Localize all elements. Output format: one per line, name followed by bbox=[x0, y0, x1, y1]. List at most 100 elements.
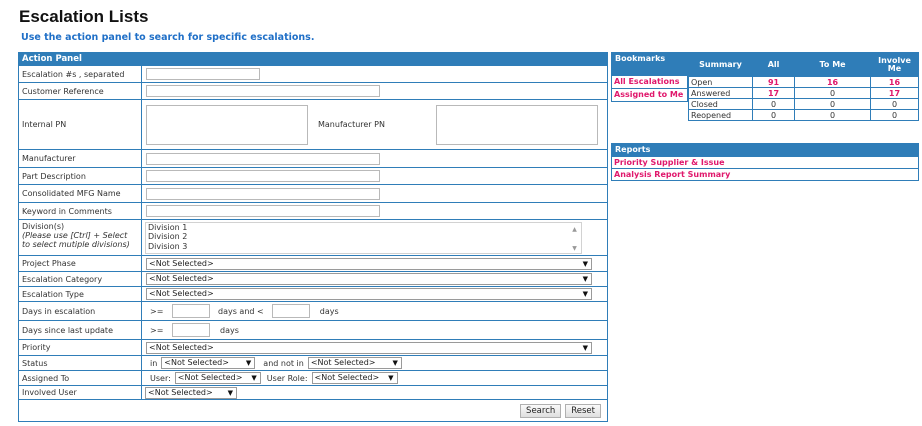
bookmark-assigned-to-me-link[interactable]: Assigned to Me bbox=[611, 89, 688, 102]
page-title: Escalation Lists bbox=[19, 7, 149, 26]
bookmarks-header: Bookmarks bbox=[611, 52, 688, 76]
row-status: Status in <Not Selected> ▼ and not in <No… bbox=[19, 355, 607, 370]
internal-pn-textarea[interactable] bbox=[146, 104, 308, 145]
days-since-update-input[interactable] bbox=[172, 323, 210, 337]
user-label: User: bbox=[150, 373, 171, 383]
row-part-description: Part Description bbox=[19, 167, 607, 184]
status-label: Status bbox=[19, 356, 142, 370]
involved-user-select[interactable]: <Not Selected> ▼ bbox=[145, 386, 237, 399]
summary-row-label: Answered bbox=[688, 87, 753, 99]
escalation-category-label: Escalation Category bbox=[19, 272, 142, 286]
summary-col-to-me: To Me bbox=[794, 52, 871, 77]
divisions-scrollbar[interactable]: ▲ ▼ bbox=[570, 225, 579, 252]
summary-row-label: Closed bbox=[688, 98, 753, 110]
manufacturer-label: Manufacturer bbox=[19, 150, 142, 167]
row-involved-user: Involved User <Not Selected> ▼ bbox=[19, 385, 607, 399]
user-role-label: User Role: bbox=[266, 373, 308, 383]
dropdown-arrow-icon: ▼ bbox=[251, 374, 257, 382]
and-not-in-text: and not in bbox=[263, 358, 304, 368]
side-panel: Bookmarks All Escalations Assigned to Me… bbox=[611, 52, 919, 181]
divisions-listbox[interactable]: Division 1 Division 2 Division 3 ▲ ▼ bbox=[145, 221, 582, 254]
ge-operator: >= bbox=[150, 306, 164, 316]
action-panel: Action Panel Escalation #s , separated C… bbox=[18, 52, 608, 422]
row-escalation-numbers: Escalation #s , separated bbox=[19, 65, 607, 82]
days-in-escalation-max-input[interactable] bbox=[271, 304, 310, 318]
dropdown-arrow-icon: ▼ bbox=[582, 259, 588, 268]
assigned-user-select[interactable]: <Not Selected> ▼ bbox=[174, 372, 261, 384]
part-description-input[interactable] bbox=[146, 170, 380, 182]
row-assigned-to: Assigned To User: <Not Selected> ▼ User R… bbox=[19, 370, 607, 385]
keyword-label: Keyword in Comments bbox=[19, 203, 142, 219]
summary-row: Open 91 16 16 bbox=[688, 76, 919, 88]
manufacturer-input[interactable] bbox=[146, 152, 380, 165]
keyword-input[interactable] bbox=[146, 205, 380, 217]
project-phase-label: Project Phase bbox=[19, 256, 142, 271]
escalation-numbers-label: Escalation #s , separated bbox=[19, 66, 142, 82]
summary-col-involve-me: Involve Me bbox=[870, 52, 919, 77]
status-in-select[interactable]: <Not Selected> ▼ bbox=[161, 357, 256, 369]
search-button[interactable]: Search bbox=[520, 403, 562, 418]
involved-user-label: Involved User bbox=[19, 386, 142, 399]
internal-pn-label: Internal PN bbox=[19, 100, 142, 149]
reset-button[interactable]: Reset bbox=[565, 403, 601, 418]
days-and-lt-text: days and < bbox=[218, 306, 264, 316]
row-keyword: Keyword in Comments bbox=[19, 202, 607, 219]
division-option[interactable]: Division 1 bbox=[148, 223, 581, 233]
days-in-escalation-label: Days in escalation bbox=[19, 302, 142, 320]
report-priority-supplier-link[interactable]: Priority Supplier & Issue bbox=[612, 156, 918, 168]
summary-count-link[interactable]: 16 bbox=[794, 76, 871, 88]
row-project-phase: Project Phase <Not Selected> ▼ bbox=[19, 255, 607, 271]
customer-reference-input[interactable] bbox=[146, 85, 380, 97]
row-priority: Priority <Not Selected> ▼ bbox=[19, 339, 607, 355]
escalation-type-select[interactable]: <Not Selected> ▼ bbox=[146, 288, 592, 300]
division-option[interactable]: Division 3 bbox=[148, 242, 581, 252]
division-option[interactable]: Division 2 bbox=[148, 232, 581, 242]
days-unit-text: days bbox=[220, 325, 239, 335]
page-subtitle: Use the action panel to search for speci… bbox=[21, 32, 315, 43]
customer-reference-label: Customer Reference bbox=[19, 83, 142, 99]
dropdown-arrow-icon: ▼ bbox=[388, 374, 394, 382]
row-actions: Search Reset bbox=[19, 399, 607, 421]
priority-label: Priority bbox=[19, 340, 142, 355]
days-unit-text: days bbox=[319, 306, 339, 316]
consolidated-mfg-input[interactable] bbox=[146, 187, 380, 200]
summary-count: 0 bbox=[870, 109, 919, 121]
summary-count: 0 bbox=[751, 98, 796, 110]
manufacturer-pn-textarea[interactable] bbox=[436, 104, 598, 145]
summary-row: Answered 17 0 17 bbox=[688, 87, 919, 99]
assigned-user-role-select[interactable]: <Not Selected> ▼ bbox=[311, 372, 398, 384]
bookmark-all-escalations-link[interactable]: All Escalations bbox=[611, 76, 688, 89]
escalation-category-select[interactable]: <Not Selected> ▼ bbox=[146, 273, 592, 285]
dropdown-arrow-icon: ▼ bbox=[392, 359, 398, 367]
row-divisions: Division(s) (Please use [Ctrl] + Select … bbox=[19, 219, 607, 255]
divisions-label: Division(s) (Please use [Ctrl] + Select … bbox=[19, 220, 142, 255]
row-customer-reference: Customer Reference bbox=[19, 82, 607, 99]
summary-count: 0 bbox=[794, 87, 871, 99]
row-consolidated-mfg: Consolidated MFG Name bbox=[19, 184, 607, 202]
summary-count: 0 bbox=[870, 98, 919, 110]
project-phase-select[interactable]: <Not Selected> ▼ bbox=[146, 257, 592, 270]
escalation-numbers-input[interactable] bbox=[146, 68, 260, 80]
summary-header: Summary bbox=[688, 52, 753, 77]
summary-count: 0 bbox=[794, 109, 871, 121]
dropdown-arrow-icon: ▼ bbox=[227, 388, 233, 397]
summary-count-link[interactable]: 17 bbox=[870, 87, 919, 99]
summary-count: 0 bbox=[794, 98, 871, 110]
days-in-escalation-min-input[interactable] bbox=[172, 304, 210, 318]
dropdown-arrow-icon: ▼ bbox=[582, 343, 588, 352]
consolidated-mfg-label: Consolidated MFG Name bbox=[19, 185, 142, 202]
summary-count-link[interactable]: 91 bbox=[751, 76, 796, 88]
priority-select[interactable]: <Not Selected> ▼ bbox=[146, 341, 592, 354]
summary-count: 0 bbox=[751, 109, 796, 121]
reports-panel: Reports Priority Supplier & Issue Analys… bbox=[611, 143, 919, 181]
summary-count-link[interactable]: 16 bbox=[870, 76, 919, 88]
escalation-type-label: Escalation Type bbox=[19, 287, 142, 301]
status-not-in-select[interactable]: <Not Selected> ▼ bbox=[307, 357, 402, 369]
manufacturer-pn-label: Manufacturer PN bbox=[318, 120, 385, 129]
summary-count-link[interactable]: 17 bbox=[751, 87, 796, 99]
summary-row-label: Open bbox=[688, 76, 753, 88]
report-analysis-summary-link[interactable]: Analysis Report Summary bbox=[612, 168, 918, 180]
dropdown-arrow-icon: ▼ bbox=[245, 359, 252, 367]
bookmarks-panel: Bookmarks All Escalations Assigned to Me bbox=[611, 52, 688, 121]
action-panel-header: Action Panel bbox=[19, 53, 607, 65]
